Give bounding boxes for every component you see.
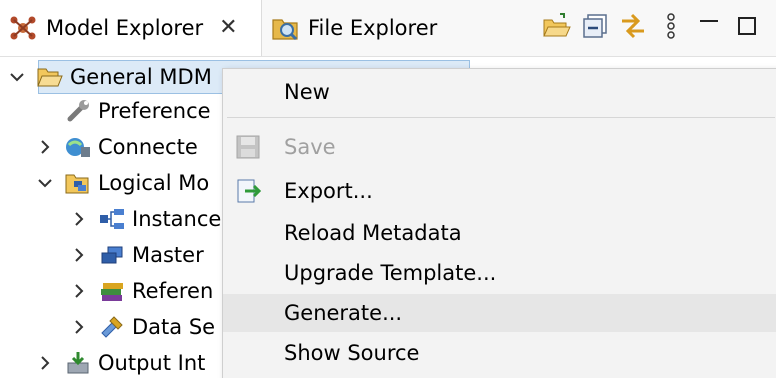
- tree-item-data-set[interactable]: Data Se: [70, 310, 215, 344]
- menu-item-label: Upgrade Template...: [284, 261, 497, 285]
- instance-icon: [98, 205, 126, 233]
- collapse-all-icon[interactable]: [578, 9, 612, 43]
- export-icon: [233, 176, 263, 206]
- link-editor-icon[interactable]: [616, 9, 650, 43]
- view-menu-icon[interactable]: [654, 9, 688, 43]
- open-folder-icon[interactable]: [540, 9, 574, 43]
- tree-item-reference[interactable]: Referen: [70, 274, 213, 308]
- view-toolbar: [540, 8, 764, 44]
- tree-item-output-int[interactable]: Output Int: [36, 346, 205, 378]
- file-explorer-icon: [270, 13, 300, 43]
- chevron-right-icon[interactable]: [70, 210, 88, 228]
- chevron-down-icon[interactable]: [36, 174, 54, 192]
- model-explorer-icon: [8, 13, 38, 43]
- chevron-right-icon[interactable]: [70, 246, 88, 264]
- menu-item-reload-metadata[interactable]: Reload Metadata: [223, 214, 776, 252]
- chevron-right-icon[interactable]: [36, 138, 54, 156]
- reference-books-icon: [98, 277, 126, 305]
- output-icon: [64, 349, 92, 377]
- menu-item-label: Export...: [284, 179, 373, 203]
- chevron-right-icon[interactable]: [70, 318, 88, 336]
- menu-item-show-source[interactable]: Show Source: [223, 334, 776, 372]
- menu-item-generate[interactable]: Generate...: [223, 294, 776, 332]
- menu-item-label: Save: [284, 135, 336, 159]
- tree-item-logical-model[interactable]: Logical Mo: [36, 166, 209, 200]
- tree-item-connected[interactable]: Connecte: [36, 130, 198, 164]
- connection-icon: [64, 133, 92, 161]
- tab-model-explorer[interactable]: Model Explorer ✕: [0, 0, 262, 56]
- tree-item-master[interactable]: Master: [70, 238, 204, 272]
- menu-separator: [227, 117, 775, 118]
- logical-model-icon: [64, 169, 92, 197]
- tree-item-label: Logical Mo: [98, 171, 210, 195]
- chevron-right-icon[interactable]: [70, 282, 88, 300]
- save-icon: [233, 132, 263, 162]
- tree-item-label: Master: [132, 243, 204, 267]
- minimize-icon[interactable]: [692, 9, 726, 43]
- menu-item-export[interactable]: Export...: [223, 172, 776, 210]
- tree-item-label: Connecte: [98, 135, 198, 159]
- context-menu: New Save Export... Reload Metadata Upgra…: [222, 68, 776, 378]
- tree-item-label: General MDM: [70, 65, 212, 89]
- tree-item-label: Output Int: [98, 351, 206, 375]
- tab-file-explorer[interactable]: File Explorer: [262, 0, 462, 56]
- wrench-icon: [64, 97, 92, 125]
- maximize-icon[interactable]: [730, 9, 764, 43]
- tree-item-label: Preference: [98, 99, 211, 123]
- no-twisty-spacer: [36, 102, 54, 120]
- open-folder-icon: [36, 63, 64, 91]
- menu-item-save: Save: [223, 128, 776, 166]
- tree-item-preferences[interactable]: Preference: [36, 94, 211, 128]
- menu-item-label: Generate...: [284, 301, 403, 325]
- close-icon[interactable]: ✕: [219, 17, 237, 39]
- menu-item-label: New: [284, 80, 330, 104]
- tab-model-explorer-label: Model Explorer: [46, 16, 204, 40]
- tree-item-label: Instance: [132, 207, 222, 231]
- menu-item-label: Show Source: [284, 341, 420, 365]
- data-set-icon: [98, 313, 126, 341]
- tab-bar: Model Explorer ✕ File Explorer: [0, 0, 776, 57]
- master-icon: [98, 241, 126, 269]
- model-explorer-view: Model Explorer ✕ File Explorer General M…: [0, 0, 776, 378]
- menu-item-label: Reload Metadata: [284, 221, 462, 245]
- chevron-right-icon[interactable]: [36, 354, 54, 372]
- tab-file-explorer-label: File Explorer: [308, 16, 438, 40]
- menu-item-upgrade-template[interactable]: Upgrade Template...: [223, 254, 776, 292]
- menu-item-new[interactable]: New: [223, 73, 776, 111]
- tree-item-label: Referen: [132, 279, 214, 303]
- tree-item-instance[interactable]: Instance: [70, 202, 221, 236]
- tree-item-label: Data Se: [132, 315, 216, 339]
- chevron-down-icon[interactable]: [8, 68, 26, 86]
